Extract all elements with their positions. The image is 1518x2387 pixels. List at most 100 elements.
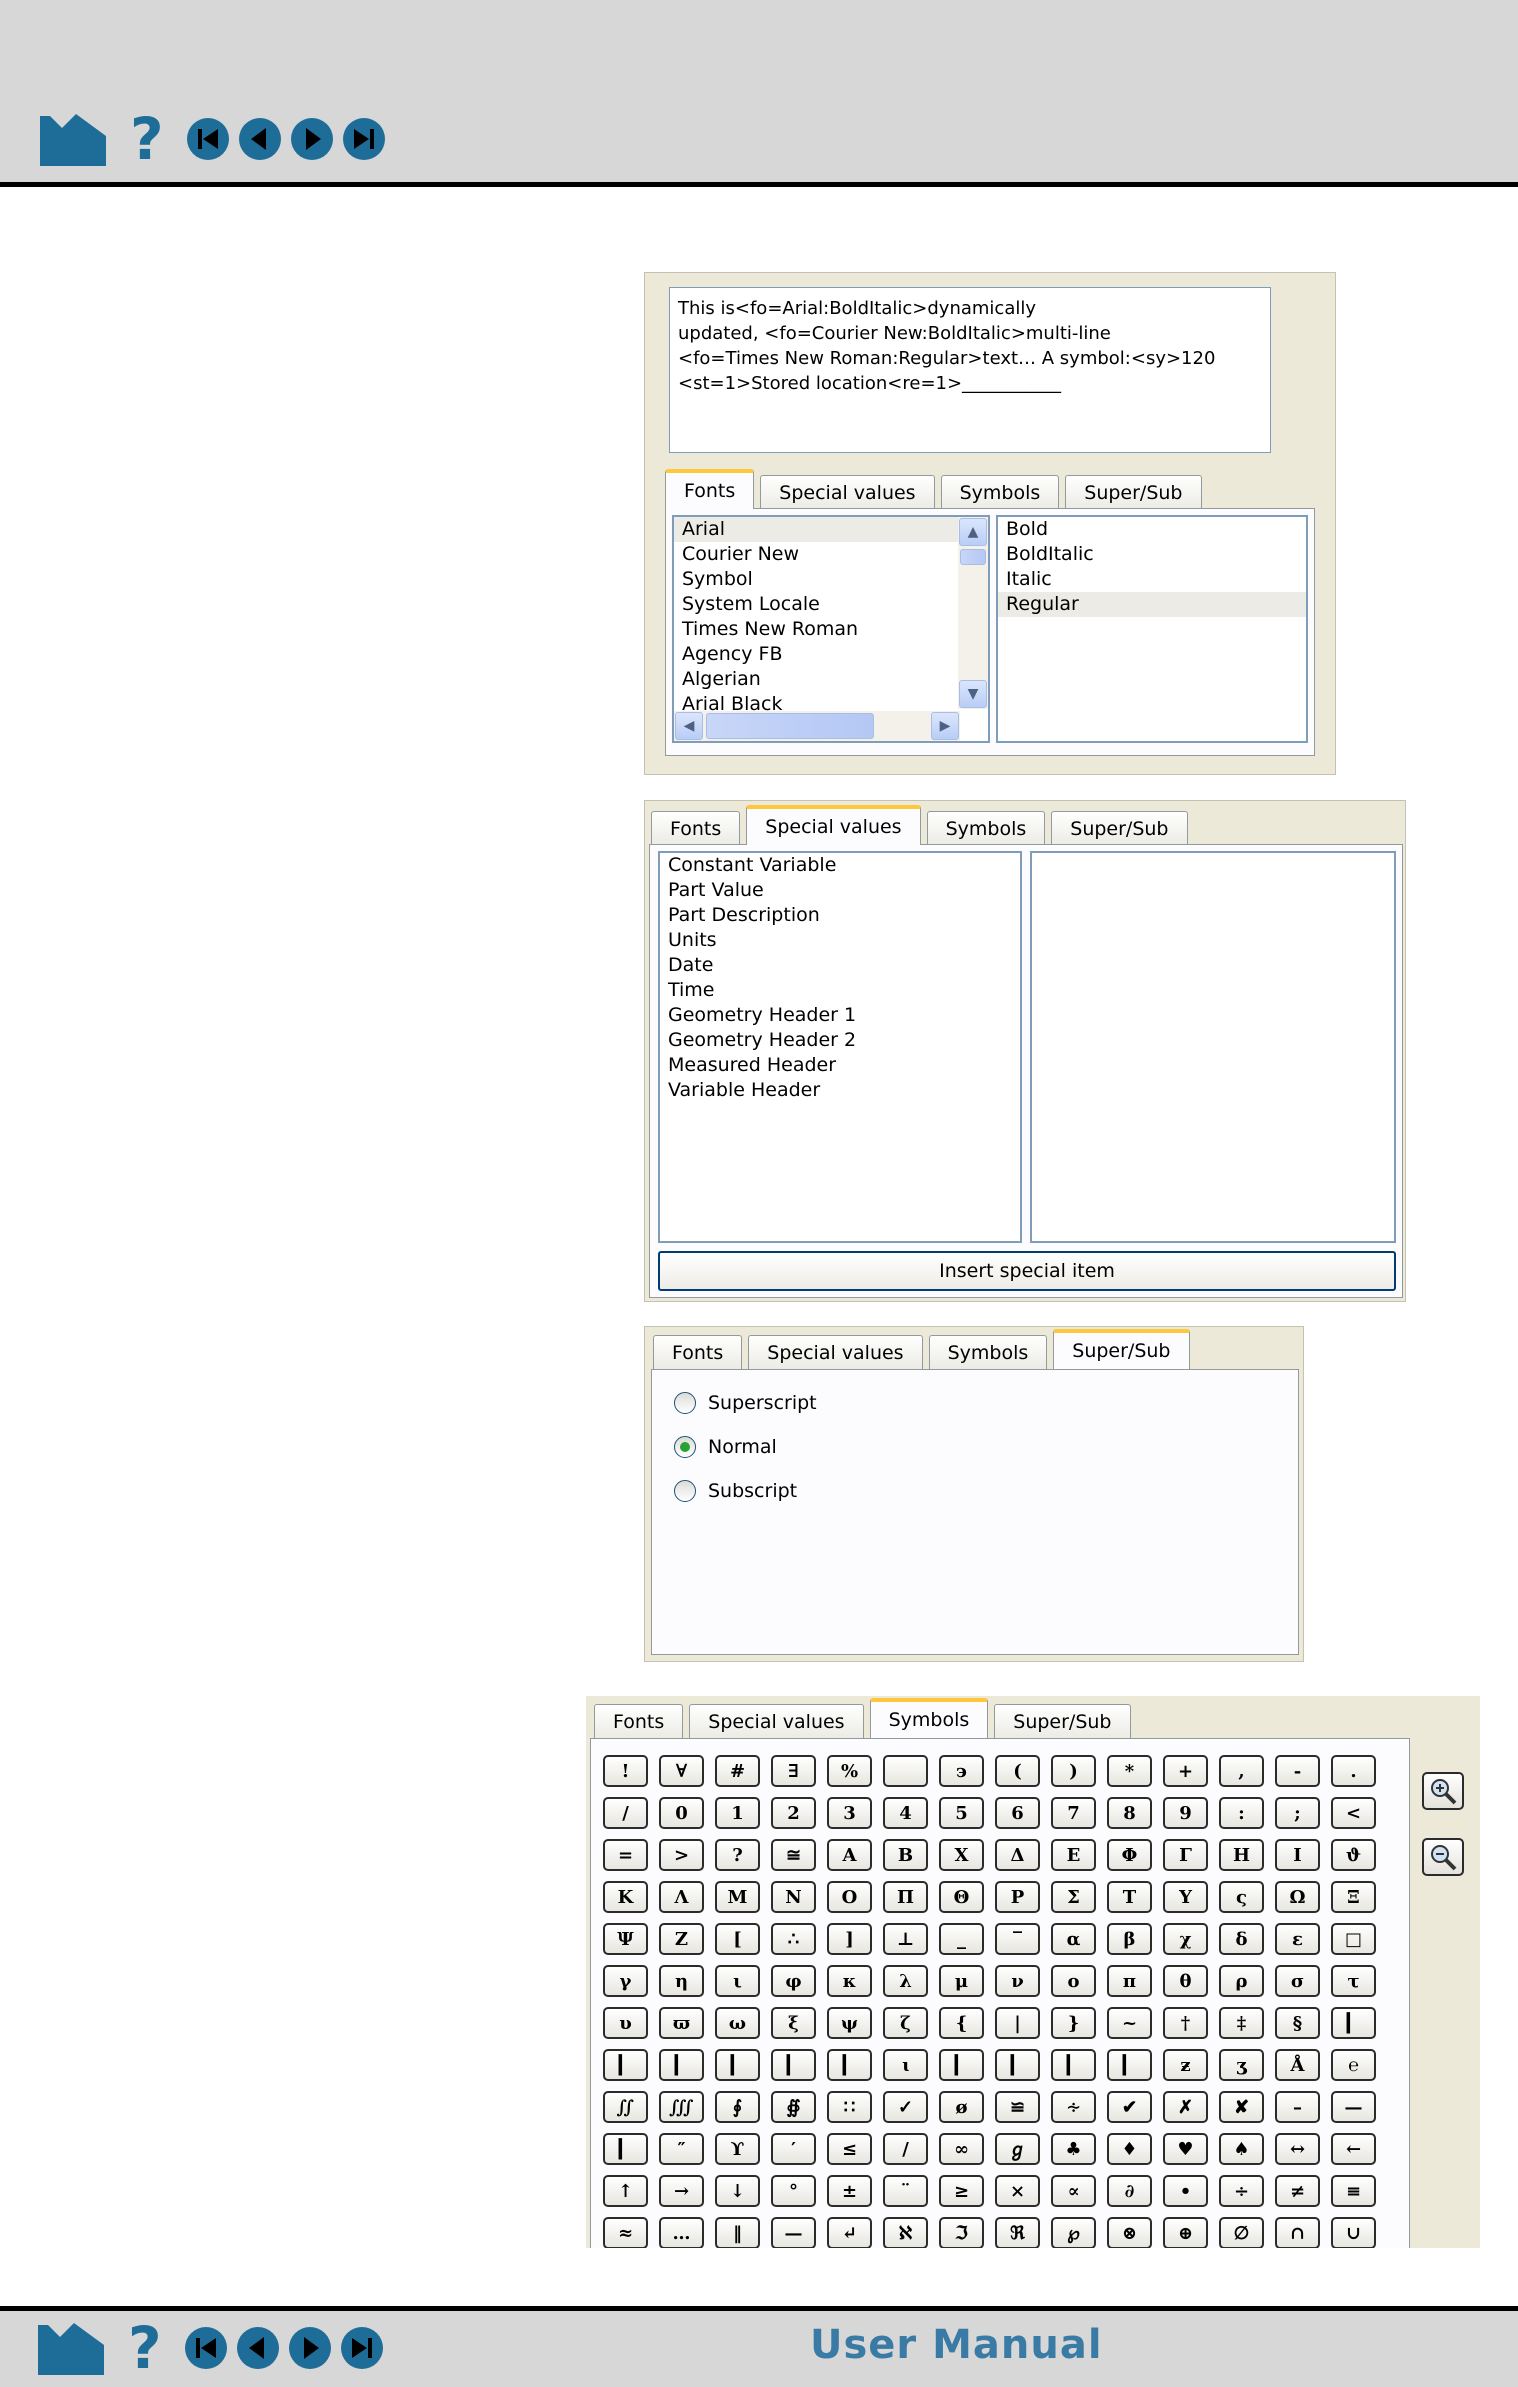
- symbol-button[interactable]: Κ: [603, 1881, 648, 1913]
- tab-symbols[interactable]: Symbols: [940, 475, 1060, 509]
- symbol-button[interactable]: ø: [939, 2091, 984, 2123]
- symbol-button[interactable]: #: [715, 1755, 760, 1787]
- symbol-button[interactable]: ℵ: [883, 2217, 928, 2248]
- symbol-button[interactable]: ▎: [939, 2049, 984, 2081]
- next-page-icon[interactable]: [290, 117, 334, 161]
- symbol-button[interactable]: ∬: [603, 2091, 648, 2123]
- symbol-button[interactable]: γ: [603, 1965, 648, 1997]
- symbol-button[interactable]: ▎: [603, 2133, 648, 2165]
- symbol-button[interactable]: Β: [883, 1839, 928, 1871]
- symbol-button[interactable]: ‾: [995, 1923, 1040, 1955]
- symbol-button[interactable]: ν: [995, 1965, 1040, 1997]
- symbol-button[interactable]: ∝: [1051, 2175, 1096, 2207]
- font-item[interactable]: System Locale: [674, 592, 988, 617]
- subscript-option[interactable]: Subscript: [674, 1480, 797, 1502]
- home-icon[interactable]: [40, 112, 106, 166]
- scroll-left-icon[interactable]: ◀: [675, 712, 703, 740]
- symbol-button[interactable]: χ: [1163, 1923, 1208, 1955]
- tab-super-sub[interactable]: Super/Sub: [1051, 811, 1188, 845]
- symbol-button[interactable]: ▎: [1107, 2049, 1152, 2081]
- tab-symbols[interactable]: Symbols: [926, 811, 1046, 845]
- symbol-button[interactable]: ∴: [771, 1923, 816, 1955]
- symbol-button[interactable]: /: [603, 1797, 648, 1829]
- symbol-button[interactable]: ‡: [1219, 2007, 1264, 2039]
- symbol-button[interactable]: ▎: [827, 2049, 872, 2081]
- symbol-button[interactable]: —: [771, 2217, 816, 2248]
- symbol-button[interactable]: Η: [1219, 1839, 1264, 1871]
- horizontal-scrollbar[interactable]: ◀ ▶: [674, 711, 960, 741]
- style-item[interactable]: Regular: [998, 592, 1306, 617]
- font-item[interactable]: Courier New: [674, 542, 988, 567]
- symbol-button[interactable]: ∪: [1331, 2217, 1376, 2248]
- symbol-button[interactable]: Ξ: [1331, 1881, 1376, 1913]
- symbol-button[interactable]: η: [659, 1965, 704, 1997]
- symbol-button[interactable]: …: [659, 2217, 704, 2248]
- symbol-button[interactable]: 4: [883, 1797, 928, 1829]
- symbol-button[interactable]: ∞: [939, 2133, 984, 2165]
- symbol-button[interactable]: ←: [1331, 2133, 1376, 2165]
- symbol-button[interactable]: ξ: [771, 2007, 816, 2039]
- symbol-button[interactable]: 8: [1107, 1797, 1152, 1829]
- symbol-button[interactable]: Ν: [771, 1881, 816, 1913]
- insert-special-item-button[interactable]: Insert special item: [658, 1251, 1396, 1291]
- symbol-button[interactable]: ≤: [827, 2133, 872, 2165]
- font-item[interactable]: Algerian: [674, 667, 988, 692]
- symbol-button[interactable]: ℊ: [995, 2133, 1040, 2165]
- symbol-button[interactable]: (: [995, 1755, 1040, 1787]
- symbol-button[interactable]: ⊥: [883, 1923, 928, 1955]
- symbol-button[interactable]: →: [659, 2175, 704, 2207]
- symbol-button[interactable]: ♠: [1219, 2133, 1264, 2165]
- first-page-icon[interactable]: [186, 117, 230, 161]
- scroll-right-icon[interactable]: ▶: [931, 712, 959, 740]
- symbol-button[interactable]: Μ: [715, 1881, 760, 1913]
- tab-super-sub[interactable]: Super/Sub: [994, 1704, 1131, 1738]
- symbol-button[interactable]: [883, 1755, 928, 1787]
- symbol-button[interactable]: ¨: [883, 2175, 928, 2207]
- symbol-button[interactable]: ℘: [1051, 2217, 1096, 2248]
- help-icon[interactable]: ?: [130, 110, 164, 168]
- symbol-button[interactable]: –: [1275, 2091, 1320, 2123]
- symbol-button[interactable]: μ: [939, 1965, 984, 1997]
- symbol-button[interactable]: ♣: [1051, 2133, 1096, 2165]
- symbol-button[interactable]: ?: [715, 1839, 760, 1871]
- symbol-button[interactable]: 0: [659, 1797, 704, 1829]
- next-page-icon[interactable]: [288, 2326, 332, 2370]
- symbol-button[interactable]: 3: [827, 1797, 872, 1829]
- symbol-button[interactable]: Χ: [939, 1839, 984, 1871]
- subscript-radio[interactable]: [674, 1480, 696, 1502]
- special-item[interactable]: Variable Header: [660, 1078, 1020, 1103]
- symbol-button[interactable]: !: [603, 1755, 648, 1787]
- symbol-button[interactable]: ,: [1219, 1755, 1264, 1787]
- symbol-button[interactable]: ∻: [1051, 2091, 1096, 2123]
- symbol-button[interactable]: ▎: [1051, 2049, 1096, 2081]
- tab-super-sub[interactable]: Super/Sub: [1053, 1329, 1190, 1369]
- tab-fonts[interactable]: Fonts: [651, 811, 741, 845]
- symbol-button[interactable]: ♥: [1163, 2133, 1208, 2165]
- symbol-button[interactable]: ς: [1219, 1881, 1264, 1913]
- symbol-button[interactable]: Ψ: [603, 1923, 648, 1955]
- symbol-button[interactable]: ɩ: [883, 2049, 928, 2081]
- symbol-button[interactable]: Ω: [1275, 1881, 1320, 1913]
- symbol-button[interactable]: ϖ: [659, 2007, 704, 2039]
- symbol-button[interactable]: ζ: [883, 2007, 928, 2039]
- symbol-button[interactable]: ≅: [771, 1839, 816, 1871]
- symbol-button[interactable]: Ι: [1275, 1839, 1320, 1871]
- symbol-button[interactable]: 7: [1051, 1797, 1096, 1829]
- special-items-list[interactable]: Constant Variable Part Value Part Descri…: [658, 851, 1022, 1243]
- symbol-button[interactable]: ω: [715, 2007, 760, 2039]
- symbol-button[interactable]: ∃: [771, 1755, 816, 1787]
- home-icon[interactable]: [38, 2321, 104, 2375]
- symbol-button[interactable]: ϑ: [1331, 1839, 1376, 1871]
- symbol-button[interactable]: }: [1051, 2007, 1096, 2039]
- help-icon[interactable]: ?: [128, 2319, 162, 2377]
- style-list[interactable]: Bold BoldItalic Italic Regular: [996, 515, 1308, 743]
- symbol-button[interactable]: |: [995, 2007, 1040, 2039]
- symbol-button[interactable]: ×: [995, 2175, 1040, 2207]
- symbol-button[interactable]: %: [827, 1755, 872, 1787]
- symbol-button[interactable]: ο: [1051, 1965, 1096, 1997]
- symbol-button[interactable]: □: [1331, 1923, 1376, 1955]
- symbol-button[interactable]: ϒ: [715, 2133, 760, 2165]
- symbol-button[interactable]: 5: [939, 1797, 984, 1829]
- symbol-button[interactable]: Å: [1275, 2049, 1320, 2081]
- symbol-button[interactable]: ↓: [715, 2175, 760, 2207]
